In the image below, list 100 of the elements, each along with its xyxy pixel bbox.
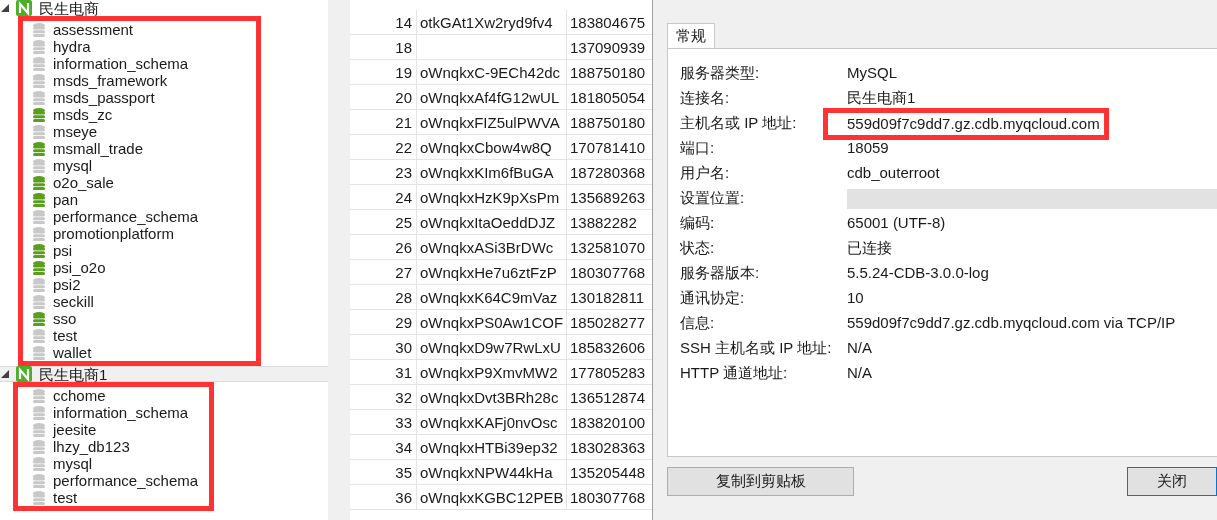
table-cell-text: 130182811 — [569, 288, 645, 308]
database-tree-item[interactable]: msds_passport — [23, 89, 256, 106]
table-cell-text: 188750180 — [569, 113, 647, 133]
expand-triangle-icon[interactable] — [1, 370, 9, 378]
field-label: 服务器版本: — [680, 263, 761, 284]
table-cell: oWnqkxNPW44kHa — [417, 460, 567, 484]
table-cell: oWnqkxKAFj0nvOsc — [417, 410, 567, 434]
database-icon — [33, 345, 45, 360]
field-value: 10 — [847, 288, 864, 309]
database-tree-item[interactable]: information_schema — [23, 55, 256, 72]
database-icon — [33, 192, 45, 207]
field-label: 端口: — [680, 138, 716, 159]
field-label: 通讯协定: — [680, 288, 746, 309]
dialog-button[interactable]: 关闭 — [1127, 467, 1217, 496]
table-cell: oWnqkxItaOeddDJZ — [417, 210, 567, 234]
database-tree-item[interactable]: cchome — [18, 387, 209, 404]
database-icon — [33, 175, 45, 190]
dialog-tab[interactable]: 常规 — [667, 23, 715, 48]
field-value: cdb_outerroot — [847, 163, 940, 184]
table-cell: oWnqkxKIm6fBuGA — [417, 160, 567, 184]
database-tree-item[interactable]: sso — [23, 310, 256, 327]
table-cell-text: 181805054 — [569, 88, 647, 108]
field-label: 主机名或 IP 地址: — [680, 113, 798, 134]
connection-name: 民生电商 — [39, 0, 99, 16]
database-tree-item[interactable]: mysql — [18, 455, 209, 472]
table-cell-text: 180307768 — [569, 488, 647, 508]
database-icon — [33, 260, 45, 275]
database-icon — [33, 22, 45, 37]
table-cell: oWnqkxCbow4w8Q — [417, 135, 567, 159]
table-cell-text: 132581070 — [569, 238, 647, 258]
table-cell-text: 188750180 — [569, 63, 647, 83]
table-cell-text: 180307768 — [569, 263, 647, 283]
database-tree-item[interactable]: pan — [23, 191, 256, 208]
field-label: 设置位置: — [680, 188, 746, 209]
database-tree-item[interactable]: lhzy_db123 — [18, 438, 209, 455]
table-cell: oWnqkxHTBi39ep32 — [417, 435, 567, 459]
connection-icon — [16, 366, 32, 382]
field-label: SSH 主机名或 IP 地址: — [680, 338, 833, 359]
field-value: 65001 (UTF-8) — [847, 213, 946, 234]
scrollbar[interactable] — [328, 0, 350, 520]
field-value: MySQL — [847, 63, 897, 84]
database-tree-item[interactable]: assessment — [23, 21, 256, 38]
database-tree-item[interactable]: mseye — [23, 123, 256, 140]
table-cell: oWnqkxDvt3BRh28c — [417, 385, 567, 409]
field-label: 状态: — [680, 238, 716, 259]
database-tree-item[interactable]: promotionplatform — [23, 225, 256, 242]
table-cell: oWnqkxK64C9mVaz — [417, 285, 567, 309]
field-value: 民生电商1 — [847, 88, 916, 109]
table-cell-text: 185832606 — [569, 338, 647, 358]
table-cell-text: 13882282 — [569, 213, 638, 233]
database-tree-item[interactable]: test — [18, 489, 209, 506]
table-cell-text: 177805283 — [569, 363, 647, 383]
database-tree-item[interactable]: wallet — [23, 344, 256, 361]
field-label: 服务器类型: — [680, 63, 761, 84]
database-tree-item[interactable]: hydra — [23, 38, 256, 55]
database-icon — [33, 422, 45, 437]
database-icon — [33, 294, 45, 309]
table-cell: otkGAt1Xw2ryd9fv4 — [417, 10, 567, 34]
database-tree-item[interactable]: msmall_trade — [23, 140, 256, 157]
field-label: 编码: — [680, 213, 716, 234]
database-tree-item[interactable]: msds_zc — [23, 106, 256, 123]
database-icon — [33, 141, 45, 156]
expand-triangle-icon[interactable] — [1, 4, 9, 12]
connection-tree-row[interactable]: 民生电商1 — [0, 366, 328, 382]
database-tree-item[interactable]: psi_o2o — [23, 259, 256, 276]
table-cell-text: 183804675 — [569, 13, 647, 33]
database-icon — [33, 73, 45, 88]
database-tree-item[interactable]: performance_schema — [23, 208, 256, 225]
database-tree-item[interactable]: psi2 — [23, 276, 256, 293]
database-icon — [33, 56, 45, 71]
table-cell: oWnqkxP9XmvMW2 — [417, 360, 567, 384]
database-tree-item[interactable]: performance_schema — [18, 472, 209, 489]
table-cell-text: 185028277 — [569, 313, 647, 333]
database-tree-item[interactable]: psi — [23, 242, 256, 259]
database-tree-item[interactable]: msds_framework — [23, 72, 256, 89]
database-icon — [33, 209, 45, 224]
field-label: 用户名: — [680, 163, 731, 184]
table-cell-text: 170781410 — [569, 138, 647, 158]
table-cell: oWnqkxASi3BrDWc — [417, 235, 567, 259]
table-cell: oWnqkxD9w7RwLxU — [417, 335, 567, 359]
field-value: 已连接 — [847, 238, 892, 259]
database-icon — [33, 90, 45, 105]
database-icon — [33, 124, 45, 139]
table-cell-text: 136512874 — [569, 388, 647, 408]
database-icon — [33, 439, 45, 454]
database-tree-item[interactable]: jeesite — [18, 421, 209, 438]
dialog-button[interactable]: 复制到剪贴板 — [667, 467, 854, 496]
database-icon — [33, 277, 45, 292]
field-label: 连接名: — [680, 88, 731, 109]
table-cell: oWnqkxPS0Aw1COF — [417, 310, 567, 334]
database-tree-item[interactable]: o2o_sale — [23, 174, 256, 191]
database-tree-item[interactable]: seckill — [23, 293, 256, 310]
database-tree-item[interactable]: information_schema — [18, 404, 209, 421]
database-tree-item[interactable]: mysql — [23, 157, 256, 174]
table-cell: oWnqkxFIZ5ulPWVA — [417, 110, 567, 134]
field-value: 559d09f7c9dd7.gz.cdb.myqcloud.com — [823, 107, 1109, 140]
connection-tree-row[interactable]: 民生电商 — [0, 0, 328, 16]
database-icon — [33, 473, 45, 488]
database-icon — [33, 243, 45, 258]
database-tree-item[interactable]: test — [23, 327, 256, 344]
